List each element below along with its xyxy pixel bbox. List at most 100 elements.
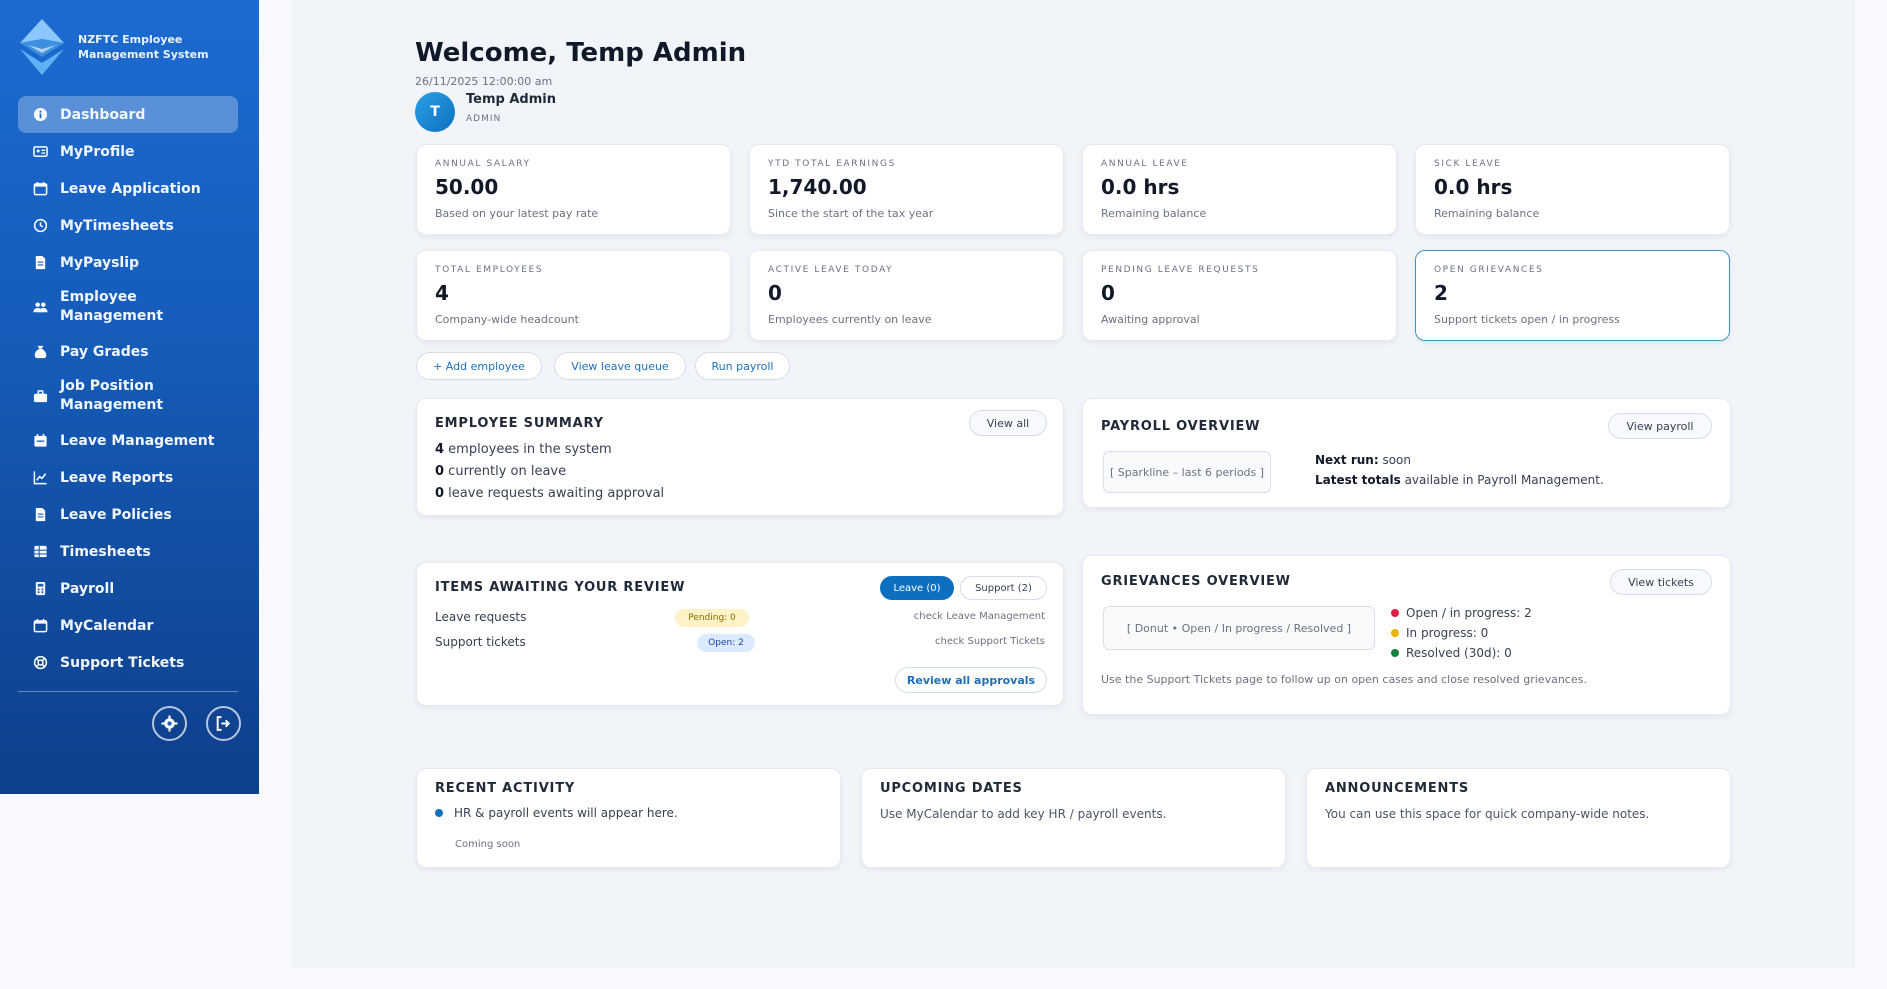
review-row-label: Leave requests <box>435 610 527 624</box>
section-title: EMPLOYEE SUMMARY <box>435 416 604 431</box>
stat-subtext: Awaiting approval <box>1101 313 1200 326</box>
sidebar-item-employee-management[interactable]: Employee Management <box>18 281 238 333</box>
page-title: Welcome, Temp Admin <box>415 38 747 68</box>
sidebar-item-label: Timesheets <box>60 543 151 560</box>
stat-value: 0 <box>768 281 782 305</box>
stat-subtext: Based on your latest pay rate <box>435 207 599 220</box>
sidebar-item-label: Leave Policies <box>60 506 172 523</box>
stat-label: YTD TOTAL EARNINGS <box>768 159 896 169</box>
avatar: T <box>415 92 455 132</box>
stat-card-ytd-earnings: YTD TOTAL EARNINGS 1,740.00 Since the st… <box>749 144 1064 235</box>
review-row-label: Support tickets <box>435 635 526 649</box>
sidebar-item-label: Employee Management <box>60 289 164 324</box>
table-icon <box>32 544 48 560</box>
sidebar-item-label: Leave Management <box>60 432 215 449</box>
legend-open: Open / in progress: 2 <box>1391 606 1532 620</box>
sidebar-item-mytimesheets[interactable]: MyTimesheets <box>18 207 238 244</box>
employee-summary-card: EMPLOYEE SUMMARY View all 4 employees in… <box>416 398 1064 516</box>
stat-card-open-grievances[interactable]: OPEN GRIEVANCES 2 Support tickets open /… <box>1415 250 1730 341</box>
stat-card-pending-leave: PENDING LEAVE REQUESTS 0 Awaiting approv… <box>1082 250 1397 341</box>
sidebar-item-pay-grades[interactable]: Pay Grades <box>18 333 238 370</box>
announcements-card: ANNOUNCEMENTS You can use this space for… <box>1306 768 1731 868</box>
activity-item: HR & payroll events will appear here. <box>435 806 678 820</box>
stat-subtext: Support tickets open / in progress <box>1434 313 1620 326</box>
tab-leave[interactable]: Leave (0) <box>880 576 954 600</box>
stat-value: 4 <box>435 281 449 305</box>
view-leave-queue-button[interactable]: View leave queue <box>554 352 686 380</box>
sidebar-item-leave-policies[interactable]: Leave Policies <box>18 496 238 533</box>
settings-button[interactable] <box>152 706 187 741</box>
stat-value: 1,740.00 <box>768 175 867 199</box>
sidebar-item-support-tickets[interactable]: Support Tickets <box>18 644 238 681</box>
run-payroll-button[interactable]: Run payroll <box>695 352 790 380</box>
stat-label: OPEN GRIEVANCES <box>1434 265 1544 275</box>
stat-value: 0 <box>1101 281 1115 305</box>
stat-card-active-leave: ACTIVE LEAVE TODAY 0 Employees currently… <box>749 250 1064 341</box>
view-all-button[interactable]: View all <box>969 410 1047 436</box>
sidebar-item-label: Leave Application <box>60 180 201 197</box>
sidebar-item-payroll[interactable]: Payroll <box>18 570 238 607</box>
review-items-card: ITEMS AWAITING YOUR REVIEW Leave (0) Sup… <box>416 562 1064 706</box>
next-run-info: Next run: soon <box>1315 453 1411 467</box>
stat-card-sick-leave: SICK LEAVE 0.0 hrs Remaining balance <box>1415 144 1730 235</box>
recent-activity-card: RECENT ACTIVITY HR & payroll events will… <box>416 768 841 868</box>
calendar-check-icon <box>32 433 48 449</box>
latest-totals-info: Latest totals available in Payroll Manag… <box>1315 473 1604 487</box>
section-title: GRIEVANCES OVERVIEW <box>1101 574 1291 589</box>
current-datetime: 26/11/2025 12:00:00 am <box>415 75 553 88</box>
lifebuoy-icon <box>32 655 48 671</box>
section-title: PAYROLL OVERVIEW <box>1101 419 1261 434</box>
stat-subtext: Remaining balance <box>1101 207 1207 220</box>
upcoming-dates-text: Use MyCalendar to add key HR / payroll e… <box>880 807 1167 821</box>
stat-label: ACTIVE LEAVE TODAY <box>768 265 894 275</box>
sparkline-placeholder: [ Sparkline – last 6 periods ] <box>1103 451 1271 493</box>
review-all-approvals-button[interactable]: Review all approvals <box>895 667 1047 693</box>
sidebar-item-leave-management[interactable]: Leave Management <box>18 422 238 459</box>
add-employee-button[interactable]: + Add employee <box>416 352 542 380</box>
document-icon <box>32 507 48 523</box>
upcoming-dates-card: UPCOMING DATES Use MyCalendar to add key… <box>861 768 1286 868</box>
tab-support[interactable]: Support (2) <box>960 576 1047 600</box>
logout-button[interactable] <box>206 706 241 741</box>
sidebar-item-job-position-management[interactable]: Job Position Management <box>18 370 238 422</box>
sidebar-divider <box>18 691 238 692</box>
sidebar-item-timesheets[interactable]: Timesheets <box>18 533 238 570</box>
check-support-tickets-link[interactable]: check Support Tickets <box>935 636 1045 647</box>
sidebar-item-mycalendar[interactable]: MyCalendar <box>18 607 238 644</box>
summary-line-on-leave: 0 currently on leave <box>435 464 567 479</box>
brand-line-1: NZFTC Employee <box>78 33 183 46</box>
sidebar-item-label: Dashboard <box>60 106 146 123</box>
brand-line-2: Management System <box>78 48 209 61</box>
sidebar-item-dashboard[interactable]: Dashboard <box>18 96 238 133</box>
user-role: ADMIN <box>466 114 502 124</box>
sidebar-item-mypayslip[interactable]: MyPayslip <box>18 244 238 281</box>
sidebar-item-label: Leave Reports <box>60 469 174 486</box>
logout-icon <box>216 716 231 731</box>
view-tickets-button[interactable]: View tickets <box>1610 569 1712 595</box>
calendar-icon <box>32 618 48 634</box>
section-title: UPCOMING DATES <box>880 781 1023 796</box>
grievances-overview-card: GRIEVANCES OVERVIEW View tickets [ Donut… <box>1082 555 1731 715</box>
legend-in-progress: In progress: 0 <box>1391 626 1488 640</box>
sidebar-item-label: Job Position Management <box>60 378 164 413</box>
stat-card-total-employees: TOTAL EMPLOYEES 4 Company-wide headcount <box>416 250 731 341</box>
stat-card-annual-leave: ANNUAL LEAVE 0.0 hrs Remaining balance <box>1082 144 1397 235</box>
payroll-overview-card: PAYROLL OVERVIEW View payroll [ Sparklin… <box>1082 398 1731 508</box>
stat-subtext: Employees currently on leave <box>768 313 932 326</box>
status-dot-in-progress <box>1391 629 1399 637</box>
id-card-icon <box>32 144 48 160</box>
sidebar-nav: Dashboard MyProfile Leave Application My… <box>0 96 259 681</box>
clock-icon <box>32 218 48 234</box>
users-icon <box>32 299 48 315</box>
sidebar-item-myprofile[interactable]: MyProfile <box>18 133 238 170</box>
stat-value: 2 <box>1434 281 1448 305</box>
check-leave-management-link[interactable]: check Leave Management <box>914 611 1045 622</box>
stat-label: ANNUAL LEAVE <box>1101 159 1189 169</box>
coming-soon-text: Coming soon <box>455 839 521 850</box>
view-payroll-button[interactable]: View payroll <box>1608 413 1712 439</box>
stat-label: TOTAL EMPLOYEES <box>435 265 544 275</box>
stat-label: PENDING LEAVE REQUESTS <box>1101 265 1260 275</box>
sidebar-item-leave-reports[interactable]: Leave Reports <box>18 459 238 496</box>
section-title: ANNOUNCEMENTS <box>1325 781 1470 796</box>
sidebar-item-leave-application[interactable]: Leave Application <box>18 170 238 207</box>
